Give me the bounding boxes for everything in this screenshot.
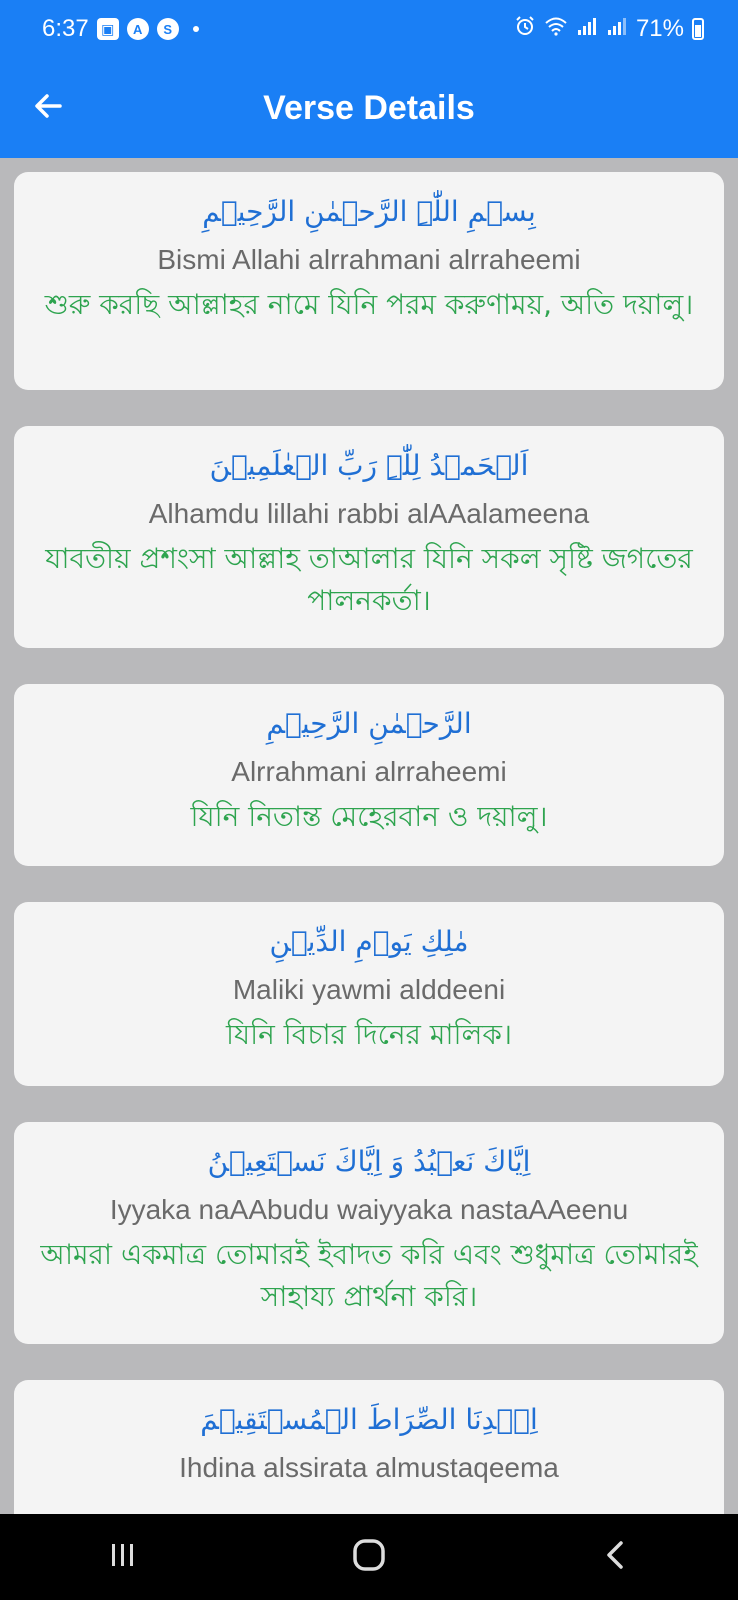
battery-percent: 71% [635,15,684,42]
verse-arabic: اِیَّاكَ نَعۡبُدُ وَ اِیَّاكَ نَسۡتَعِیۡ… [207,1145,531,1178]
verse-translation: যিনি নিতান্ত মেহেরবান ও দয়ালু। [190,800,548,833]
status-right: 71% [514,15,704,44]
image-icon: ▣ [96,18,119,40]
verse-transliteration: Bismi Allahi alrrahmani alrraheemi [157,244,581,275]
verse-translation: আমরা একমাত্র তোমারই ইবাদত করি এবং শুধুমা… [40,1238,698,1313]
recent-apps-icon [107,1539,139,1576]
verse-arabic: مٰلِكِ یَوۡمِ الدِّیۡنِ [269,925,469,958]
home-icon [351,1537,387,1578]
arrow-left-icon [32,90,64,127]
verse-transliteration: Alrrahmani alrraheemi [231,756,507,787]
verse-transliteration: Iyyaka naAAbudu waiyyaka nastaAAeenu [109,1194,629,1225]
verse-card[interactable]: اِیَّاكَ نَعۡبُدُ وَ اِیَّاكَ نَسۡتَعِیۡ… [14,1122,724,1344]
status-left: 6:37 ▣ A S [42,15,199,43]
back-button[interactable] [24,84,72,132]
recent-apps-button[interactable] [83,1527,163,1587]
verse-arabic: الرَّحۡمٰنِ الرَّحِیۡمِ [266,707,472,740]
status-time: 6:37 [42,15,89,42]
notification-dot-icon [192,26,199,32]
verse-transliteration: Maliki yawmi alddeeni [232,974,506,1005]
back-nav-button[interactable] [575,1527,655,1587]
battery-icon [692,18,704,40]
verse-card[interactable]: اِہۡدِنَا الصِّرَاطَ الۡمُسۡتَقِیۡمَ Ihd… [14,1380,724,1514]
verse-arabic: اَلۡحَمۡدُ لِلّٰہِ رَبِّ الۡعٰلَمِیۡنَ [209,449,529,482]
verse-arabic: اِہۡدِنَا الصِّرَاطَ الۡمُسۡتَقِیۡمَ [200,1403,538,1436]
a-app-icon: A [126,18,149,40]
verse-translation: যাবতীয় প্রশংসা আল্লাহ তাআলার যিনি সকল স… [45,542,693,617]
verse-card[interactable]: الرَّحۡمٰنِ الرَّحِیۡمِ Alrrahmani alrra… [14,684,724,866]
signal-icon-1 [576,15,598,43]
verse-list[interactable]: بِسۡمِ اللّٰہِ الرَّحۡمٰنِ الرَّحِیۡمِ B… [0,158,738,1514]
verse-card[interactable]: مٰلِكِ یَوۡمِ الدِّیۡنِ Maliki yawmi ald… [14,902,724,1086]
system-nav-bar [0,1514,738,1600]
verse-transliteration: Ihdina alssirata almustaqeema [179,1452,559,1483]
verse-card[interactable]: اَلۡحَمۡدُ لِلّٰہِ رَبِّ الۡعٰلَمِیۡنَ A… [14,426,724,648]
alarm-icon [514,15,536,44]
verse-card[interactable]: بِسۡمِ اللّٰہِ الرَّحۡمٰنِ الرَّحِیۡمِ B… [14,172,724,390]
signal-icon-2 [606,15,628,43]
verse-translation: যিনি বিচার দিনের মালিক। [225,1018,513,1051]
home-button[interactable] [329,1527,409,1587]
verse-transliteration: Alhamdu lillahi rabbi alAAalameena [148,498,590,529]
s-app-icon: S [156,18,179,40]
verse-arabic: بِسۡمِ اللّٰہِ الرَّحۡمٰنِ الرَّحِیۡمِ [202,195,536,228]
page-title: Verse Details [263,88,475,127]
verse-translation: শুরু করছি আল্লাহর নামে যিনি পরম করুণাময়… [44,288,694,321]
back-nav-icon [601,1539,629,1576]
status-bar: 6:37 ▣ A S 71% [0,0,738,58]
wifi-icon [544,15,568,43]
app-bar: Verse Details [0,58,738,158]
